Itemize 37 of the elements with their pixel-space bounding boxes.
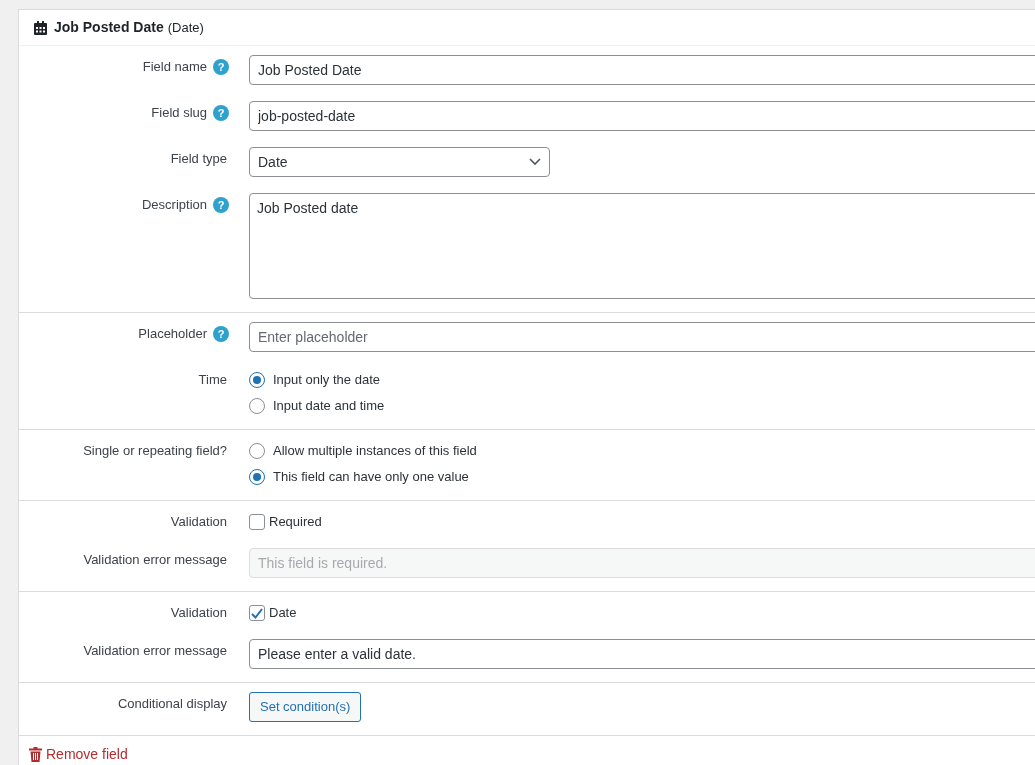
field-label: Conditional display bbox=[117, 695, 227, 713]
text-field[interactable]: Job Posted Date bbox=[249, 55, 1035, 85]
field-label: Description bbox=[141, 196, 207, 214]
trash-icon bbox=[29, 746, 42, 762]
field-label: Validation bbox=[170, 513, 227, 531]
radio-label: This field can have only one value bbox=[273, 468, 469, 486]
chevron-down-icon bbox=[529, 158, 541, 166]
text-field[interactable]: Enter placeholder bbox=[249, 322, 1035, 352]
radio-button[interactable] bbox=[249, 443, 265, 459]
field-label: Field name bbox=[142, 58, 207, 76]
radio-button[interactable] bbox=[249, 372, 265, 388]
field-label: Time bbox=[198, 371, 227, 389]
field-label: Field type bbox=[170, 150, 227, 168]
text-field[interactable]: job-posted-date bbox=[249, 101, 1035, 131]
text-field[interactable]: Please enter a valid date. bbox=[249, 639, 1035, 669]
field-type-label: (Date) bbox=[167, 19, 204, 37]
radio-label: Input only the date bbox=[273, 371, 380, 389]
checkbox-label: Date bbox=[269, 604, 297, 622]
radio-label: Input date and time bbox=[273, 397, 385, 415]
field-title: Job Posted Date bbox=[54, 18, 164, 37]
field-label: Validation error message bbox=[83, 642, 227, 660]
checkbox[interactable] bbox=[249, 605, 265, 621]
remove-field-link[interactable]: Remove field bbox=[29, 743, 128, 765]
description-textarea[interactable]: Job Posted date bbox=[249, 193, 1035, 299]
checkbox[interactable] bbox=[249, 514, 265, 530]
field-label: Single or repeating field? bbox=[83, 442, 227, 460]
set-conditions-button[interactable]: Set condition(s) bbox=[249, 692, 362, 722]
calendar-icon bbox=[34, 20, 47, 35]
field-type-select[interactable]: Date bbox=[249, 147, 550, 177]
radio-label: Allow multiple instances of this field bbox=[273, 442, 477, 460]
field-label: Placeholder bbox=[138, 325, 207, 343]
field-label: Validation bbox=[170, 604, 227, 622]
field-label: Field slug bbox=[151, 104, 207, 122]
field-label: Validation error message bbox=[83, 551, 227, 569]
checkbox-label: Required bbox=[269, 513, 322, 531]
radio-button[interactable] bbox=[249, 398, 265, 414]
radio-button[interactable] bbox=[249, 469, 265, 485]
